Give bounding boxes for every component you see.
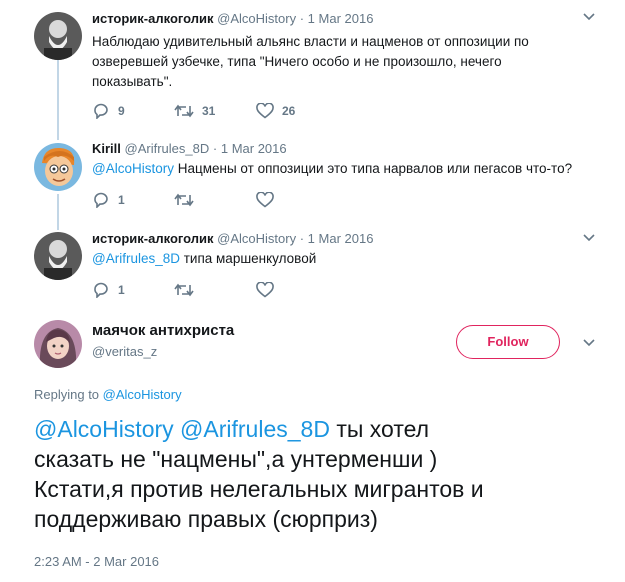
tweet-timestamp[interactable]: 2:23 AM - 2 Mar 2016: [34, 554, 159, 569]
avatar[interactable]: [34, 232, 82, 280]
mention-link[interactable]: @Arifrules_8D: [92, 251, 180, 266]
follow-button[interactable]: Follow: [456, 325, 560, 359]
mention-link[interactable]: @Arifrules_8D: [180, 416, 330, 442]
separator-dot: ·: [299, 231, 305, 246]
tweet-text-line: сказать не "нацмены",а унтерменши ): [34, 446, 438, 472]
tweet-3[interactable]: историк-алкоголик @AlcoHistory · 1 Mar 2…: [0, 225, 625, 310]
avatar[interactable]: [34, 143, 82, 191]
tweet-text: @AlcoHistory Нацмены от оппозиции это ти…: [92, 159, 612, 179]
tweet-text-content: ты хотел: [329, 416, 430, 442]
chevron-down-icon[interactable]: [583, 10, 595, 24]
tweet-text-line: показывать".: [92, 74, 173, 89]
replying-to-handle[interactable]: @AlcoHistory: [103, 387, 182, 402]
author-handle[interactable]: @Arifrules_8D: [125, 141, 210, 156]
like-button[interactable]: 26: [256, 103, 295, 119]
author-name[interactable]: Kirill: [92, 141, 121, 156]
reply-count: 9: [118, 104, 125, 118]
author-name[interactable]: маячок антихриста: [92, 322, 234, 339]
avatar[interactable]: [34, 12, 82, 60]
retweet-icon: [174, 193, 194, 207]
reply-button[interactable]: 1: [92, 192, 125, 208]
reply-button[interactable]: 9: [92, 103, 125, 119]
tweet-date[interactable]: 1 Mar 2016: [308, 231, 374, 246]
mention-link[interactable]: @AlcoHistory: [92, 161, 174, 176]
mention-link[interactable]: @AlcoHistory: [34, 416, 174, 442]
like-icon: [256, 103, 274, 119]
author-name[interactable]: историк-алкоголик: [92, 231, 214, 246]
replying-to-label: Replying to: [34, 387, 103, 402]
tweet-text-line: Наблюдаю удивительный альянс власти и на…: [92, 34, 529, 49]
like-icon: [256, 192, 274, 208]
retweet-button[interactable]: [174, 282, 194, 298]
tweet-date[interactable]: 1 Mar 2016: [221, 141, 287, 156]
author-name[interactable]: историк-алкоголик: [92, 11, 214, 26]
author-handle[interactable]: @AlcoHistory: [217, 11, 296, 26]
reply-button[interactable]: 1: [92, 282, 125, 298]
tweet-text-content: типа маршенкуловой: [179, 251, 317, 266]
tweet-text: @Arifrules_8D типа маршенкуловой: [92, 249, 592, 269]
main-tweet-text: @AlcoHistory @Arifrules_8D ты хотел сказ…: [34, 414, 594, 534]
tweet-text-line: озверевшей узбечке, типа "Ничего особо и…: [92, 54, 502, 69]
retweet-icon: [174, 283, 194, 297]
reply-icon: [94, 282, 108, 298]
retweet-icon: [174, 104, 194, 118]
retweet-button[interactable]: 31: [174, 103, 215, 119]
replying-to: Replying to @AlcoHistory: [34, 387, 182, 402]
reply-count: 1: [118, 193, 125, 207]
reply-count: 1: [118, 283, 125, 297]
separator-dot: ·: [212, 141, 218, 156]
tweet-date[interactable]: 1 Mar 2016: [308, 11, 374, 26]
like-icon: [256, 282, 274, 298]
author-handle[interactable]: @veritas_z: [92, 344, 157, 359]
author-handle[interactable]: @AlcoHistory: [217, 231, 296, 246]
like-count: 26: [282, 104, 296, 118]
chevron-down-icon[interactable]: [583, 231, 595, 245]
tweet-text-line: @AlcoHistory @Arifrules_8D ты хотел: [34, 414, 594, 444]
reply-icon: [94, 192, 108, 208]
chevron-down-icon[interactable]: [583, 336, 595, 350]
reply-icon: [94, 103, 108, 119]
avatar[interactable]: [34, 320, 82, 368]
like-button[interactable]: [256, 192, 274, 208]
like-button[interactable]: [256, 282, 274, 298]
tweet-2[interactable]: Kirill @Arifrules_8D · 1 Mar 2016 @AlcoH…: [0, 135, 625, 225]
separator-dot: ·: [299, 11, 305, 26]
retweet-count: 31: [202, 104, 216, 118]
tweet-1[interactable]: историк-алкоголик @AlcoHistory · 1 Mar 2…: [0, 0, 625, 135]
tweet-text-line: Кстати,я против нелегальных мигрантов и: [34, 476, 484, 502]
retweet-button[interactable]: [174, 192, 194, 208]
tweet-text: Наблюдаю удивительный альянс власти и на…: [92, 32, 592, 92]
tweet-text-content: Нацмены от оппозиции это типа нарвалов и…: [173, 161, 573, 176]
tweet-text-line: поддерживаю правых (сюрприз): [34, 506, 378, 532]
